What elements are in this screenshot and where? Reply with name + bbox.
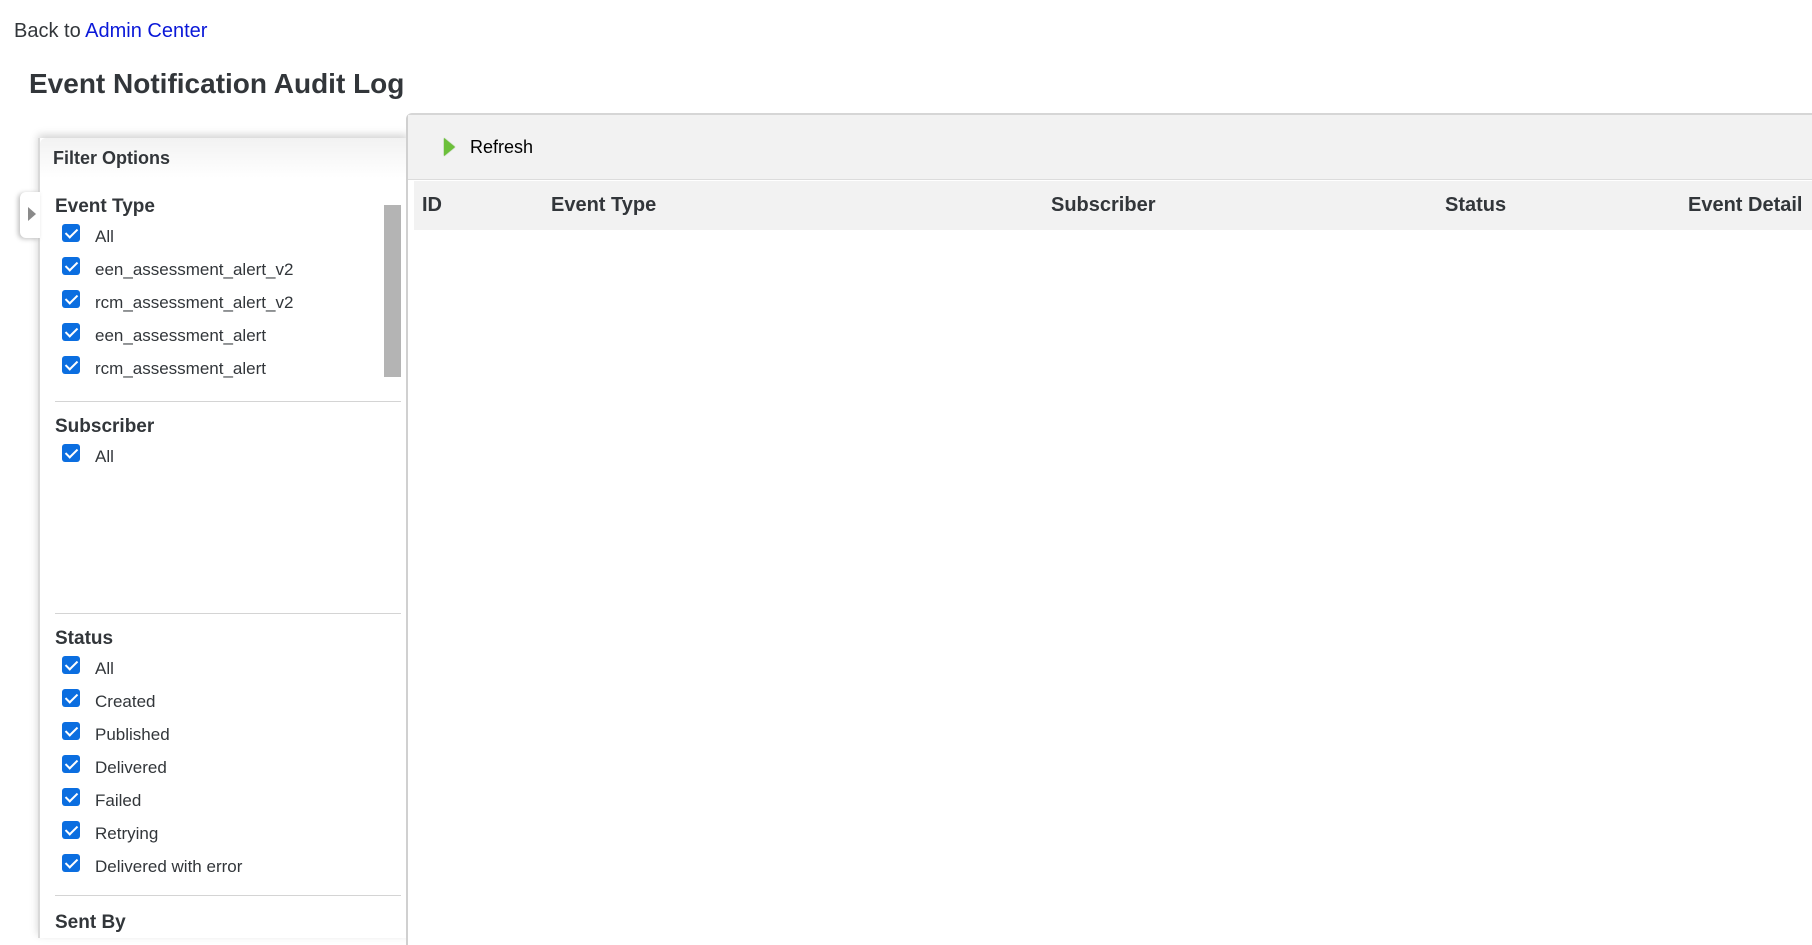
status-option[interactable]: Retrying <box>55 817 401 850</box>
audit-log-panel: Refresh ID Event Type Subscriber Status … <box>406 113 1812 945</box>
subscriber-section: Subscriber All <box>55 416 401 473</box>
option-label: Retrying <box>95 823 159 843</box>
checkbox-checked-icon[interactable] <box>62 754 80 773</box>
refresh-label: Refresh <box>470 136 534 157</box>
status-option[interactable]: Published <box>55 718 401 751</box>
option-label: Published <box>95 724 170 744</box>
checkbox-checked-icon[interactable] <box>62 223 80 242</box>
refresh-play-icon <box>444 138 455 156</box>
table-header: ID Event Type Subscriber Status Event De… <box>414 181 1812 230</box>
divider <box>55 401 401 402</box>
sent-by-title: Sent By <box>55 912 126 933</box>
status-option-all[interactable]: All <box>55 652 401 685</box>
divider <box>55 895 401 896</box>
refresh-button[interactable]: Refresh <box>444 137 533 158</box>
event-type-option-all[interactable]: All <box>55 220 401 253</box>
event-type-title: Event Type <box>55 196 155 217</box>
toolbar: Refresh <box>408 115 1812 180</box>
option-label: een_assessment_alert_v2 <box>95 259 294 279</box>
column-header-id[interactable]: ID <box>422 194 442 217</box>
checkbox-checked-icon[interactable] <box>62 787 80 806</box>
checkbox-checked-icon[interactable] <box>62 820 80 839</box>
option-label: rcm_assessment_alert <box>95 358 267 378</box>
option-label: All <box>95 446 114 466</box>
option-label: Delivered with error <box>95 856 243 876</box>
column-header-event-type[interactable]: Event Type <box>551 194 656 217</box>
status-option[interactable]: Delivered with error <box>55 850 401 883</box>
option-label: Delivered <box>95 757 167 777</box>
sent-by-section: Sent By <box>55 912 401 936</box>
filter-panel-header: Filter Options <box>40 138 408 178</box>
back-navigation: Back to Admin Center <box>14 20 207 43</box>
checkbox-checked-icon[interactable] <box>62 322 80 341</box>
event-type-list: All een_assessment_alert_v2 rcm_assessme… <box>55 220 401 392</box>
filter-panel: Filter Options Event Type All een_assess… <box>38 138 408 938</box>
column-header-status[interactable]: Status <box>1445 194 1506 217</box>
option-label: een_assessment_alert <box>95 325 267 345</box>
back-prefix-text: Back to <box>14 20 81 42</box>
status-option[interactable]: Delivered <box>55 751 401 784</box>
event-type-section: Event Type All een_assessment_alert_v2 r… <box>55 196 401 392</box>
checkbox-checked-icon[interactable] <box>62 256 80 275</box>
checkbox-checked-icon[interactable] <box>62 355 80 374</box>
event-type-option[interactable]: rcm_assessment_alert <box>55 352 401 385</box>
admin-center-link[interactable]: Admin Center <box>85 20 207 42</box>
option-label: Created <box>95 691 156 711</box>
status-option[interactable]: Created <box>55 685 401 718</box>
caret-right-icon <box>28 207 36 221</box>
subscriber-title: Subscriber <box>55 416 155 437</box>
page-title: Event Notification Audit Log <box>29 68 405 99</box>
checkbox-checked-icon[interactable] <box>62 443 80 462</box>
subscriber-option-all[interactable]: All <box>55 440 401 473</box>
status-title: Status <box>55 628 114 649</box>
status-section: Status All Created Published Delivered F… <box>55 628 401 883</box>
checkbox-checked-icon[interactable] <box>62 721 80 740</box>
event-type-option[interactable]: een_assessment_alert <box>55 319 401 352</box>
status-option[interactable]: Failed <box>55 784 401 817</box>
divider <box>55 613 401 614</box>
collapse-filter-tab[interactable] <box>20 192 40 238</box>
column-header-subscriber[interactable]: Subscriber <box>1051 194 1155 217</box>
option-label: All <box>95 226 114 246</box>
event-type-scrollbar[interactable] <box>384 205 401 377</box>
event-type-option[interactable]: een_assessment_alert_v2 <box>55 253 401 286</box>
checkbox-checked-icon[interactable] <box>62 853 80 872</box>
column-header-event-detail[interactable]: Event Detail <box>1688 194 1802 217</box>
option-label: Failed <box>95 790 142 810</box>
option-label: rcm_assessment_alert_v2 <box>95 292 294 312</box>
event-type-option[interactable]: rcm_assessment_alert_v2 <box>55 286 401 319</box>
option-label: All <box>95 658 114 678</box>
checkbox-checked-icon[interactable] <box>62 688 80 707</box>
checkbox-checked-icon[interactable] <box>62 655 80 674</box>
checkbox-checked-icon[interactable] <box>62 289 80 308</box>
